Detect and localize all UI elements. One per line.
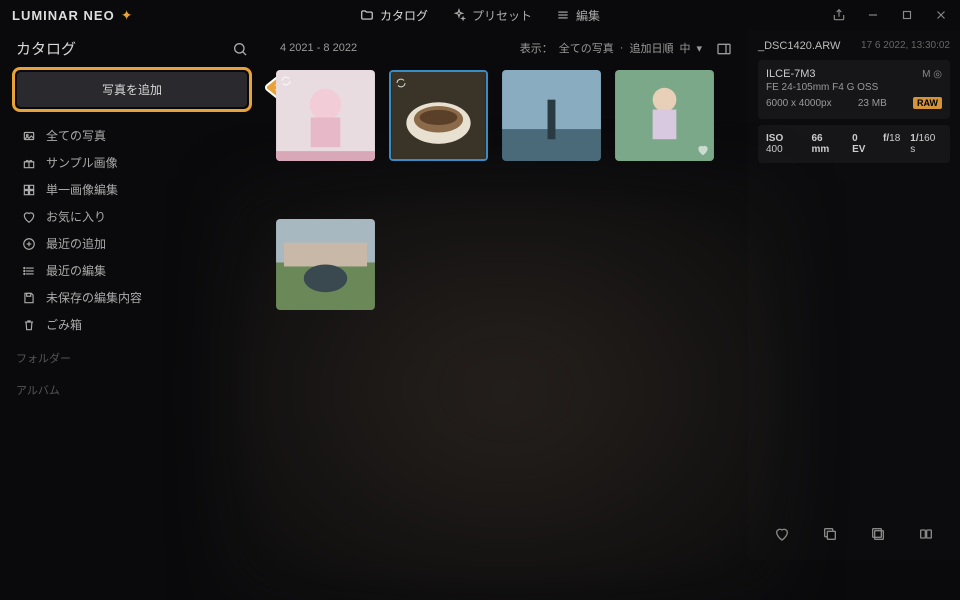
dot-sep: · — [620, 42, 624, 54]
sidebar-item-unsaved[interactable]: 未保存の編集内容 — [12, 284, 252, 311]
add-photo-button[interactable]: 写真を追加 — [17, 72, 247, 107]
chevron-down-icon: ▾ — [696, 42, 702, 55]
date-range: 4 2021 - 8 2022 — [280, 42, 357, 54]
search-icon[interactable] — [232, 41, 248, 57]
sidebar-group-albums[interactable]: アルバム — [12, 370, 252, 402]
sidebar-item-recent-edited[interactable]: 最近の編集 — [12, 257, 252, 284]
sidebar-item-label: お気に入り — [46, 208, 106, 225]
close-button[interactable] — [934, 8, 948, 22]
copy-button[interactable] — [822, 526, 838, 542]
folder-icon — [360, 8, 374, 22]
maximize-button[interactable] — [900, 8, 914, 22]
sidebar-item-label: 単一画像編集 — [46, 181, 118, 198]
tab-presets-label: プリセット — [472, 7, 532, 24]
sidebar-item-trash[interactable]: ごみ箱 — [12, 311, 252, 338]
info-lens: FE 24-105mm F4 G OSS — [766, 82, 878, 93]
info-dimensions: 6000 x 4000px — [766, 98, 832, 109]
info-filesize: 23 MB — [858, 98, 887, 109]
sidebar-item-favorites[interactable]: お気に入り — [12, 203, 252, 230]
view-filter[interactable]: 全ての写真 — [559, 40, 614, 56]
sidebar-item-label: 未保存の編集内容 — [46, 289, 142, 306]
sidebar-item-recent-added[interactable]: 最近の追加 — [12, 230, 252, 257]
info-mode: M — [922, 69, 930, 80]
tab-edit[interactable]: 編集 — [556, 7, 600, 24]
sidebar-item-label: ごみ箱 — [46, 316, 82, 333]
info-filename: _DSC1420.ARW — [758, 40, 840, 52]
info-panel: _DSC1420.ARW 17 6 2022, 13:30:02 ILCE-7M… — [748, 30, 960, 560]
sidebar-item-label: 最近の編集 — [46, 262, 106, 279]
sparkle-icon — [452, 8, 466, 22]
gift-icon — [22, 156, 36, 170]
view-options[interactable]: 表示： 全ての写真 · 追加日順 中 ▾ — [520, 40, 732, 56]
info-camera: ILCE-7M3 — [766, 68, 816, 80]
sync-icon — [395, 76, 407, 88]
thumbnail[interactable] — [276, 70, 375, 161]
sidebar-item-label: 最近の追加 — [46, 235, 106, 252]
heart-icon[interactable] — [696, 143, 710, 157]
panel-toggle-icon[interactable] — [716, 41, 732, 55]
sidebar-group-folders[interactable]: フォルダー — [12, 338, 252, 370]
thumbnail[interactable] — [276, 219, 375, 310]
stack-button[interactable] — [870, 526, 886, 542]
sliders-icon — [556, 8, 570, 22]
sync-icon — [280, 74, 292, 86]
favorite-button[interactable] — [774, 526, 790, 542]
sidebar-title: カタログ — [16, 38, 76, 59]
info-actions — [758, 518, 950, 550]
brand-text: LUMINAR NEO — [12, 8, 115, 23]
heart-icon — [22, 210, 36, 224]
app-brand: LUMINAR NEO ✦ — [12, 7, 132, 24]
sidebar-item-single-edit[interactable]: 単一画像編集 — [12, 176, 252, 203]
raw-badge: RAW — [913, 97, 942, 109]
puzzle-icon: ✦ — [121, 7, 133, 24]
thumbnail[interactable] — [615, 70, 714, 161]
plus-circle-icon — [22, 237, 36, 251]
grid-icon — [22, 183, 36, 197]
camera-icon: ◎ — [933, 69, 942, 80]
info-exif: ISO 400 66 mm 0 EV f/18 1/160 s — [766, 133, 942, 155]
tab-catalog[interactable]: カタログ — [360, 7, 428, 24]
thumbnail[interactable] — [502, 70, 601, 161]
trash-icon — [22, 318, 36, 332]
thumbnail[interactable] — [389, 70, 488, 161]
minimize-button[interactable] — [866, 8, 880, 22]
tab-presets[interactable]: プリセット — [452, 7, 532, 24]
view-sort[interactable]: 追加日順 — [629, 40, 673, 56]
compare-button[interactable] — [918, 526, 934, 542]
images-icon — [22, 129, 36, 143]
sidebar-item-samples[interactable]: サンプル画像 — [12, 149, 252, 176]
view-size[interactable]: 中 — [679, 40, 690, 56]
tab-catalog-label: カタログ — [380, 7, 428, 24]
share-icon[interactable] — [832, 8, 846, 22]
add-photo-highlight: 写真を追加 — [12, 67, 252, 112]
save-icon — [22, 291, 36, 305]
view-label: 表示： — [520, 40, 553, 56]
list-icon — [22, 264, 36, 278]
sidebar-item-label: サンプル画像 — [46, 154, 118, 171]
sidebar-item-label: 全ての写真 — [46, 127, 106, 144]
info-datetime: 17 6 2022, 13:30:02 — [861, 40, 950, 52]
sidebar-item-all-photos[interactable]: 全ての写真 — [12, 122, 252, 149]
tab-edit-label: 編集 — [576, 7, 600, 24]
